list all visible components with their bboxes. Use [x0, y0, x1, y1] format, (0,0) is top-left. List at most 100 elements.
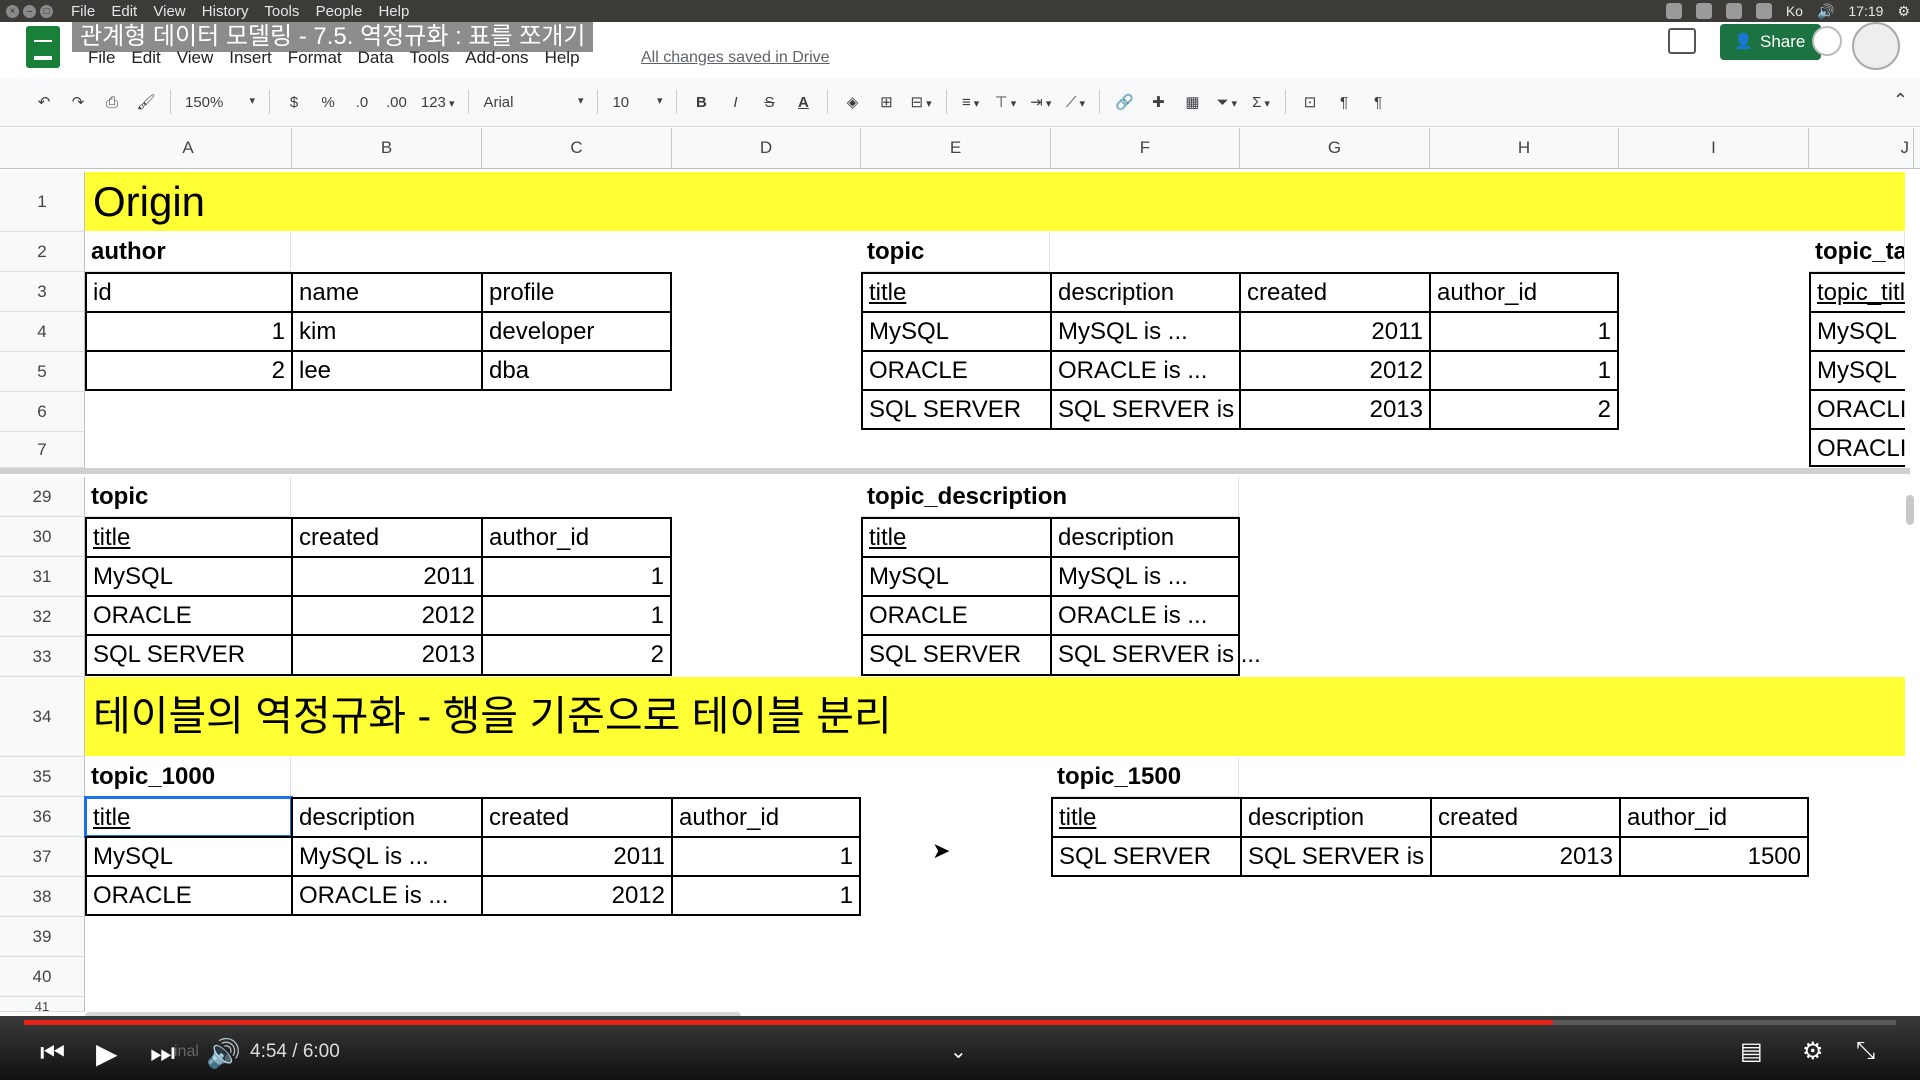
topic-1000-row-2-created[interactable]: 2012 [481, 875, 672, 916]
topic-1500-header-created[interactable]: created [1430, 797, 1620, 837]
column-header-g[interactable]: G [1240, 128, 1430, 168]
topic2-table-title[interactable]: topic [85, 477, 291, 517]
row-header-4[interactable]: 4 [0, 312, 85, 352]
chrome-icon[interactable] [1725, 3, 1742, 19]
topic-1000-row-2-description[interactable]: ORACLE is ... [291, 875, 482, 916]
row-header-31[interactable]: 31 [0, 557, 85, 597]
menu-addons[interactable]: Add-ons [465, 48, 528, 68]
topic-row-1-created[interactable]: 2011 [1239, 311, 1430, 351]
location-icon[interactable] [1665, 3, 1682, 19]
insert-comment-icon[interactable]: ✚ [1148, 93, 1168, 111]
zoom-select[interactable]: 150% [185, 94, 255, 111]
sheets-logo-icon[interactable] [26, 26, 60, 68]
topic-header-description[interactable]: description [1050, 272, 1240, 312]
row-header-41[interactable]: 41 [0, 997, 85, 1012]
topic-1000-header-created[interactable]: created [481, 797, 672, 837]
column-header-f[interactable]: F [1051, 128, 1240, 168]
clock-icon[interactable] [1812, 26, 1842, 56]
font-size-select[interactable]: 10 [612, 94, 662, 111]
author-row-1-id[interactable]: 1 [85, 311, 292, 351]
topic-1000-header-description[interactable]: description [291, 797, 482, 837]
section-band-row-split[interactable]: 테이블의 역정규화 - 행을 기준으로 테이블 분리 [85, 677, 1905, 756]
topic-1500-header-description[interactable]: description [1240, 797, 1431, 837]
volume-icon[interactable]: 🔊 [1817, 3, 1834, 20]
row-header-1[interactable]: 1 [0, 172, 85, 232]
topic-description-row-1-title[interactable]: MySQL [861, 556, 1051, 596]
topic-row-2-created[interactable]: 2012 [1239, 350, 1430, 390]
topic-row-3-author-id[interactable]: 2 [1429, 389, 1619, 430]
topic-row-3-created[interactable]: 2013 [1239, 389, 1430, 430]
topic-1500-row-1-description[interactable]: SQL SERVER is [1240, 836, 1431, 877]
paint-format-icon[interactable]: 🖌 [136, 93, 156, 111]
topic-tag-header-title[interactable]: topic_titl [1809, 272, 1905, 312]
more-formats-select[interactable]: 123 [421, 94, 455, 111]
column-header-j[interactable]: J [1809, 128, 1914, 168]
row-header-7[interactable]: 7 [0, 432, 85, 468]
topic2-header-author-id[interactable]: author_id [481, 517, 672, 557]
topic-header-title[interactable]: title [861, 272, 1051, 312]
row-header-38[interactable]: 38 [0, 877, 85, 917]
topic-header-created[interactable]: created [1239, 272, 1430, 312]
fill-color-icon[interactable]: ◈ [842, 93, 862, 111]
row-header-33[interactable]: 33 [0, 637, 85, 677]
topic-1500-header-author-id[interactable]: author_id [1619, 797, 1809, 837]
keyboard-indicator[interactable]: Ko [1786, 3, 1803, 19]
row-header-2[interactable]: 2 [0, 232, 85, 272]
author-header-id[interactable]: id [85, 272, 292, 312]
author-header-name[interactable]: name [291, 272, 482, 312]
vertical-scrollbar[interactable] [1906, 495, 1914, 525]
column-header-e[interactable]: E [861, 128, 1051, 168]
row-header-30[interactable]: 30 [0, 517, 85, 557]
topic-1000-row-2-title[interactable]: ORACLE [85, 875, 292, 916]
video-progress-bar[interactable] [24, 1020, 1896, 1025]
row-header-6[interactable]: 6 [0, 392, 85, 432]
avatar[interactable] [1852, 22, 1900, 70]
topic2-row-2-title[interactable]: ORACLE [85, 595, 292, 635]
topic-1000-row-1-author-id[interactable]: 1 [671, 836, 861, 876]
share-button[interactable]: Share [1720, 24, 1822, 60]
merge-cells-icon[interactable]: ⊟ [910, 93, 931, 111]
os-menu-help[interactable]: Help [378, 3, 409, 20]
topic-description-header-title[interactable]: title [861, 517, 1051, 557]
topic-1000-header-author-id[interactable]: author_id [671, 797, 861, 837]
author-row-2-profile[interactable]: dba [481, 350, 672, 391]
save-status[interactable]: All changes saved in Drive [641, 49, 830, 67]
topic-tag-row-1[interactable]: MySQL [1809, 311, 1905, 351]
author-row-2-name[interactable]: lee [291, 350, 482, 391]
topic2-row-2-author-id[interactable]: 1 [481, 595, 672, 635]
os-menu-people[interactable]: People [316, 3, 363, 20]
topic-row-1-author-id[interactable]: 1 [1429, 311, 1619, 351]
author-header-profile[interactable]: profile [481, 272, 672, 312]
topic-description-row-3-title[interactable]: SQL SERVER [861, 634, 1051, 676]
topic2-row-1-author-id[interactable]: 1 [481, 556, 672, 596]
menu-format[interactable]: Format [288, 48, 342, 68]
italic-button[interactable]: I [725, 94, 745, 111]
settings-icon[interactable]: ⚙ [1802, 1037, 1824, 1066]
topic-row-1-description[interactable]: MySQL is ... [1050, 311, 1240, 351]
topic-1500-row-1-author-id[interactable]: 1500 [1619, 836, 1809, 877]
topic-row-2-title[interactable]: ORACLE [861, 350, 1051, 390]
subtitles-icon[interactable]: ▤ [1740, 1037, 1763, 1066]
row-header-40[interactable]: 40 [0, 957, 85, 997]
topic-tag-row-3[interactable]: ORACLI [1809, 389, 1905, 429]
column-header-d[interactable]: D [672, 128, 861, 168]
freeze-divider[interactable] [0, 468, 1910, 474]
vertical-align-icon[interactable]: ⊤ [995, 93, 1017, 111]
horizontal-align-icon[interactable]: ≡ [961, 94, 981, 111]
topic-tag-row-2[interactable]: MySQL [1809, 350, 1905, 390]
topic-header-author-id[interactable]: author_id [1429, 272, 1619, 312]
topic-1000-row-1-description[interactable]: MySQL is ... [291, 836, 482, 876]
undo-icon[interactable]: ↶ [34, 93, 54, 111]
volume-icon[interactable]: 🔊 [206, 1037, 241, 1070]
topic-row-2-description[interactable]: ORACLE is ... [1050, 350, 1240, 390]
os-menu-file[interactable]: File [71, 3, 95, 20]
topic-description-row-3-description[interactable]: SQL SERVER is ... [1050, 634, 1261, 676]
row-header-32[interactable]: 32 [0, 597, 85, 637]
topic-description-row-2-title[interactable]: ORACLE [861, 595, 1051, 635]
menu-data[interactable]: Data [358, 48, 394, 68]
topic-1000-row-1-created[interactable]: 2011 [481, 836, 672, 876]
topic2-row-1-created[interactable]: 2011 [291, 556, 482, 596]
freeze-icon[interactable]: ⊡ [1300, 93, 1320, 111]
chevron-down-icon[interactable]: ⌄ [950, 1039, 967, 1064]
topic-row-1-title[interactable]: MySQL [861, 311, 1051, 351]
